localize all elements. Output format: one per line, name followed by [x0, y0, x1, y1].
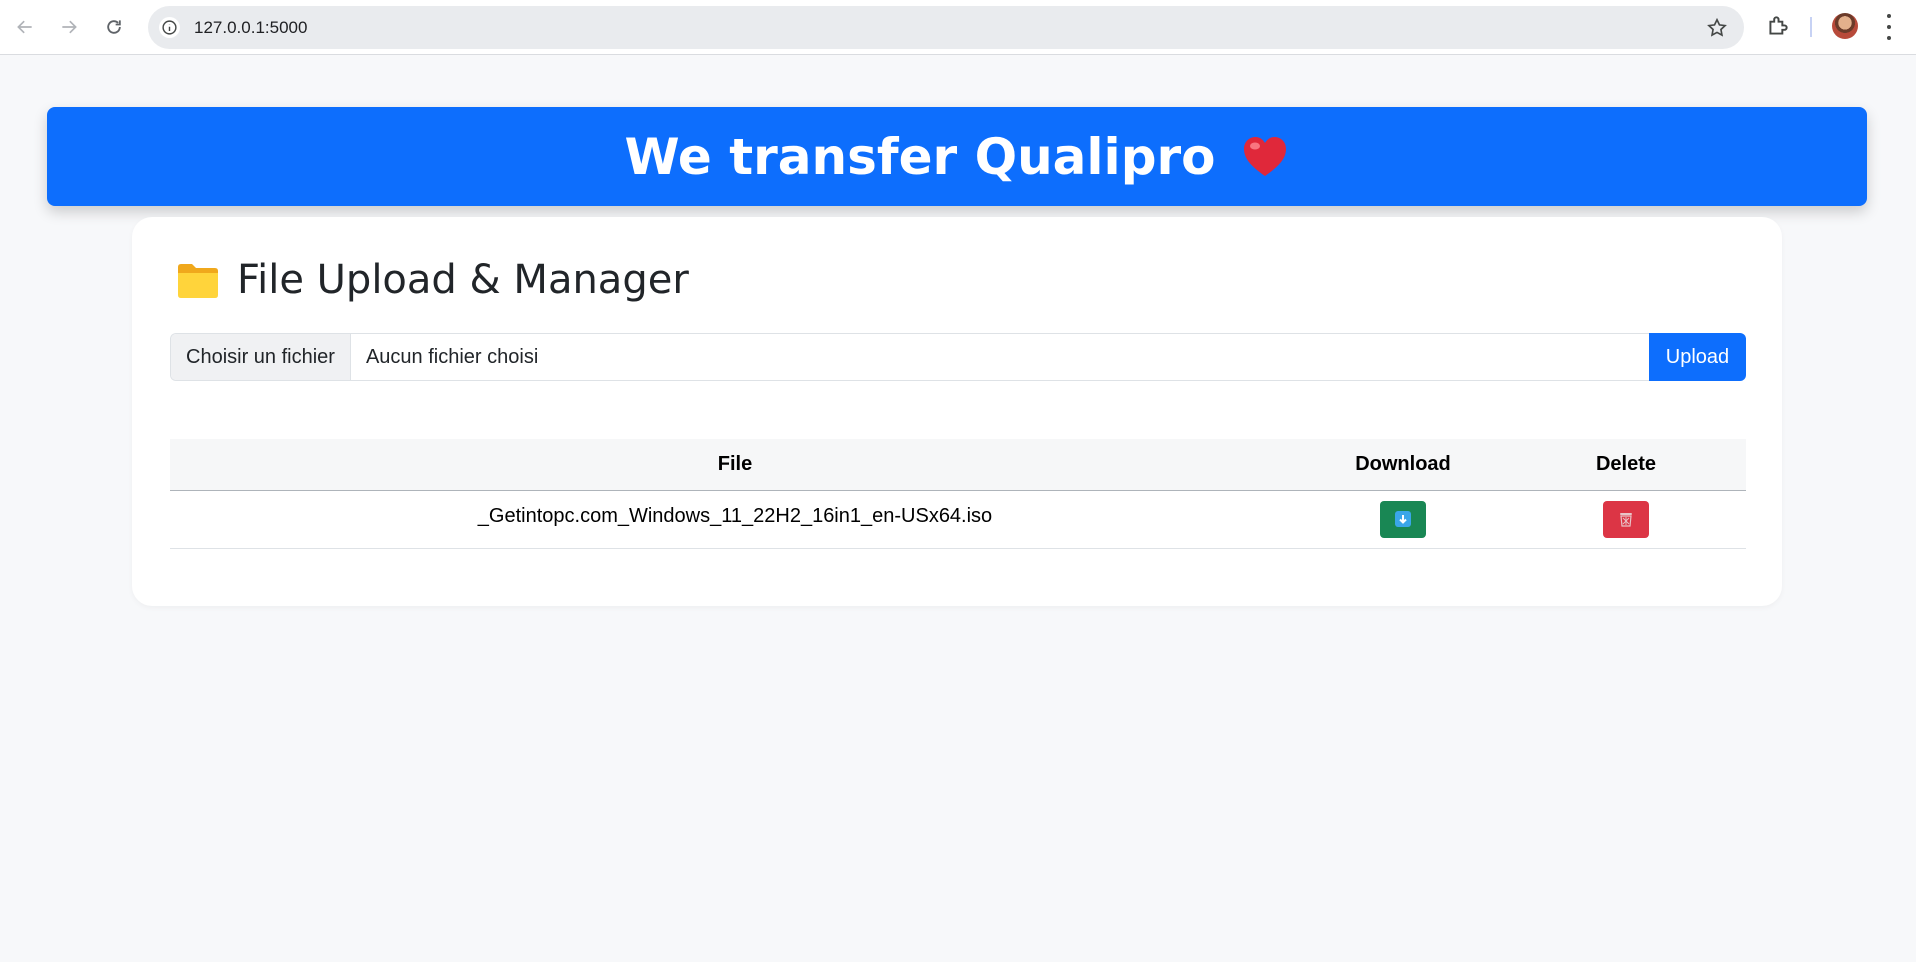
column-header-download: Download: [1355, 452, 1451, 475]
address-url[interactable]: 127.0.0.1:5000: [194, 18, 307, 38]
bookmark-star-icon[interactable]: [1706, 17, 1728, 39]
profile-avatar[interactable]: [1832, 13, 1858, 39]
header-title: We transfer Qualipro: [624, 127, 1216, 186]
table-header-row: File Download Delete: [170, 439, 1746, 490]
reload-icon[interactable]: [99, 10, 129, 44]
column-header-file: File: [717, 452, 753, 475]
download-button[interactable]: [1380, 500, 1426, 538]
menu-dots-icon[interactable]: [1884, 14, 1894, 40]
download-arrow-icon: [1395, 511, 1411, 527]
address-bar[interactable]: 127.0.0.1:5000: [148, 6, 1744, 49]
column-header-delete: Delete: [1595, 452, 1657, 475]
back-arrow-icon[interactable]: [10, 10, 40, 44]
forward-arrow-icon[interactable]: [54, 10, 84, 44]
delete-button[interactable]: [1603, 500, 1649, 538]
folder-icon: [178, 264, 218, 298]
heart-icon: [1243, 136, 1286, 176]
choose-file-button[interactable]: Choisir un fichier: [171, 334, 351, 380]
header-banner: We transfer Qualipro: [47, 107, 1867, 206]
download-cell: [1300, 490, 1506, 549]
toolbar-separator: [1810, 17, 1812, 37]
file-name: _Getintopc.com_Windows_11_22H2_16in1_en-…: [477, 504, 993, 527]
table-row: _Getintopc.com_Windows_11_22H2_16in1_en-…: [170, 490, 1746, 549]
delete-cell: [1506, 490, 1746, 549]
upload-button[interactable]: Upload: [1649, 333, 1746, 381]
browser-toolbar: 127.0.0.1:5000: [0, 0, 1916, 55]
file-name-cell: _Getintopc.com_Windows_11_22H2_16in1_en-…: [170, 490, 1300, 549]
page-title: File Upload & Manager: [237, 257, 689, 303]
file-input[interactable]: Choisir un fichier Aucun fichier choisi: [170, 333, 1649, 381]
wastebasket-icon: [1620, 513, 1632, 527]
file-status-text: Aucun fichier choisi: [365, 345, 539, 368]
file-manager-card: File Upload & Manager Choisir un fichier…: [132, 217, 1782, 606]
card-heading: File Upload & Manager: [176, 257, 689, 303]
extensions-icon[interactable]: [1765, 13, 1791, 39]
files-table: File Download Delete _Getintopc.com_Wind…: [170, 439, 1746, 549]
upload-form: Choisir un fichier Aucun fichier choisi …: [170, 333, 1746, 381]
site-info-icon[interactable]: [159, 17, 180, 38]
